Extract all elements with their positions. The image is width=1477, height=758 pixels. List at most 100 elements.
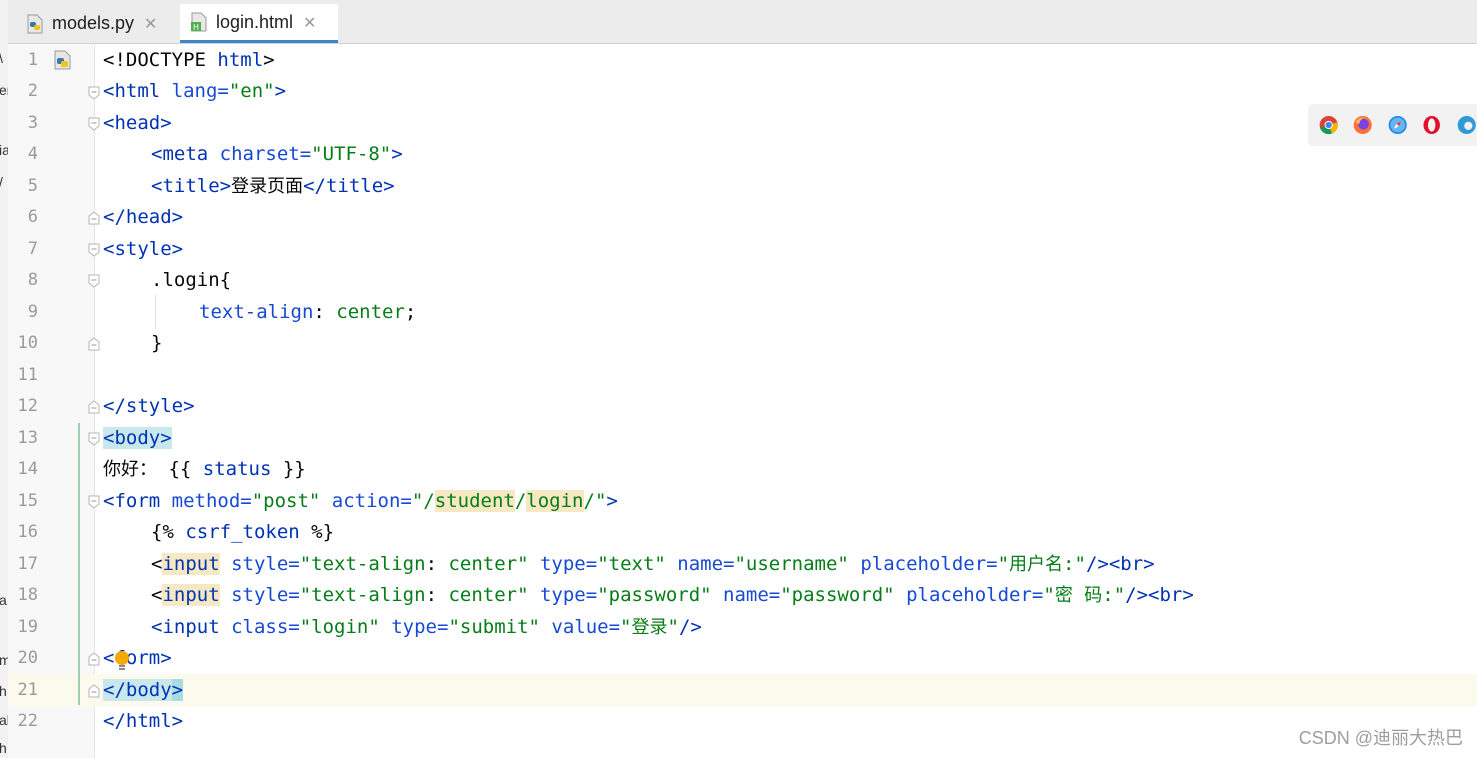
code-line: {% csrf_token %}: [151, 517, 334, 548]
code-token: {{: [157, 458, 203, 480]
tab-label: models.py: [52, 13, 135, 33]
fold-open-icon[interactable]: [88, 274, 100, 288]
code-line: 你好： {{ status }}: [103, 454, 306, 485]
line-number: 20: [17, 648, 38, 668]
line-number: 16: [17, 522, 38, 542]
line-number: 4: [27, 144, 38, 164]
code-line: </body>: [103, 675, 184, 706]
tab-login-html[interactable]: H login.html ✕: [180, 4, 338, 43]
code-token: }: [151, 332, 163, 354]
code-token: status: [202, 458, 272, 480]
code-token: <title>: [151, 175, 232, 197]
close-icon[interactable]: ✕: [303, 13, 316, 32]
code-line: <form method="post" action="/student/log…: [103, 486, 618, 517]
fold-close-icon[interactable]: [88, 400, 100, 414]
line-number: 3: [27, 113, 38, 133]
fold-close-icon[interactable]: [88, 652, 100, 666]
code-token: /><br>: [1125, 584, 1194, 606]
indent-guide: [155, 295, 156, 329]
code-token: action=: [331, 490, 412, 512]
code-token: 登录: [631, 617, 668, 638]
line-number: 9: [27, 302, 38, 322]
code-line: <meta charset="UTF-8">: [151, 139, 403, 170]
code-token: />: [678, 616, 702, 638]
code-token: "en": [228, 80, 275, 102]
watermark: CSDN @迪丽大热巴: [1298, 728, 1463, 748]
line-number: 17: [17, 554, 38, 574]
fold-open-icon[interactable]: [88, 86, 100, 100]
code-token: lang=: [171, 80, 229, 102]
fold-close-icon[interactable]: [88, 211, 100, 225]
chrome-icon[interactable]: [1318, 112, 1339, 138]
code-token: placeholder=: [906, 584, 1044, 606]
code-token: "text-align: [299, 584, 426, 606]
vcs-change-marker[interactable]: [78, 423, 80, 705]
code-token: >: [263, 49, 275, 71]
code-token: /><br>: [1085, 553, 1155, 575]
lightbulb-icon[interactable]: [114, 650, 130, 674]
fold-close-icon[interactable]: [88, 337, 100, 351]
code-line: <body>: [103, 423, 172, 454]
edge-icon[interactable]: [1456, 112, 1477, 138]
code-token: /": [583, 490, 607, 512]
line-number: 22: [17, 711, 38, 731]
editor-tab-bar: models.py ✕ H login.html ✕: [8, 0, 1477, 44]
code-token: /: [514, 490, 527, 512]
code-line: <style>: [103, 234, 183, 265]
code-token: method=: [171, 490, 252, 512]
fold-open-icon[interactable]: [88, 243, 100, 257]
code-token: "/: [411, 490, 435, 512]
code-token: <: [151, 553, 163, 575]
code-token: text-align: [199, 301, 314, 323]
code-line: }: [151, 328, 162, 359]
fold-close-icon[interactable]: [88, 684, 100, 698]
fold-open-icon[interactable]: [88, 495, 100, 509]
current-line-highlight: [8, 674, 1477, 706]
code-token: <meta: [151, 143, 220, 165]
code-token: <head>: [103, 112, 172, 134]
svg-text:H: H: [193, 23, 199, 32]
code-line: <!DOCTYPE html>: [103, 45, 275, 76]
code-token: <input: [151, 616, 232, 638]
safari-icon[interactable]: [1387, 112, 1408, 138]
code-token: 登录页面: [231, 176, 304, 197]
code-token: ": [620, 616, 632, 638]
code-line: .login{: [151, 265, 231, 296]
firefox-icon[interactable]: [1352, 112, 1373, 138]
code-token: </body: [103, 679, 172, 701]
code-token: <style>: [103, 238, 184, 260]
line-number: 15: [17, 491, 38, 511]
code-token: "text-align: [299, 553, 426, 575]
html-file-icon: H: [190, 12, 208, 32]
opera-icon[interactable]: [1421, 112, 1442, 138]
close-icon[interactable]: ✕: [144, 14, 157, 33]
code-token: "password": [780, 584, 907, 606]
code-token: name=: [677, 553, 735, 575]
python-file-icon: [26, 14, 44, 34]
code-line: text-align: center;: [199, 297, 416, 328]
line-number: 7: [27, 239, 38, 259]
code-token: </html>: [103, 710, 184, 732]
python-file-icon[interactable]: [52, 49, 74, 71]
code-token: <!DOCTYPE: [103, 49, 218, 71]
code-token: >: [274, 80, 287, 102]
tab-models-py[interactable]: models.py ✕: [16, 4, 180, 43]
code-token: %}: [299, 521, 335, 543]
line-number: 11: [17, 365, 38, 385]
code-token: :": [1102, 584, 1126, 606]
code-token: <: [151, 584, 163, 606]
fold-open-icon[interactable]: [88, 432, 100, 446]
code-token: ": [667, 616, 679, 638]
code-token: center: [336, 301, 405, 323]
code-token: "password": [597, 584, 724, 606]
code-token: csrf_token: [185, 521, 300, 543]
line-number: 21: [17, 680, 38, 700]
code-token: :: [313, 301, 337, 323]
code-token: input: [162, 584, 220, 606]
code-token: <body>: [103, 427, 172, 449]
fold-open-icon[interactable]: [88, 117, 100, 131]
code-token: <html: [103, 80, 172, 102]
code-token: >: [171, 679, 184, 701]
tab-label: login.html: [216, 11, 294, 32]
code-token: 密 码: [1054, 585, 1103, 606]
